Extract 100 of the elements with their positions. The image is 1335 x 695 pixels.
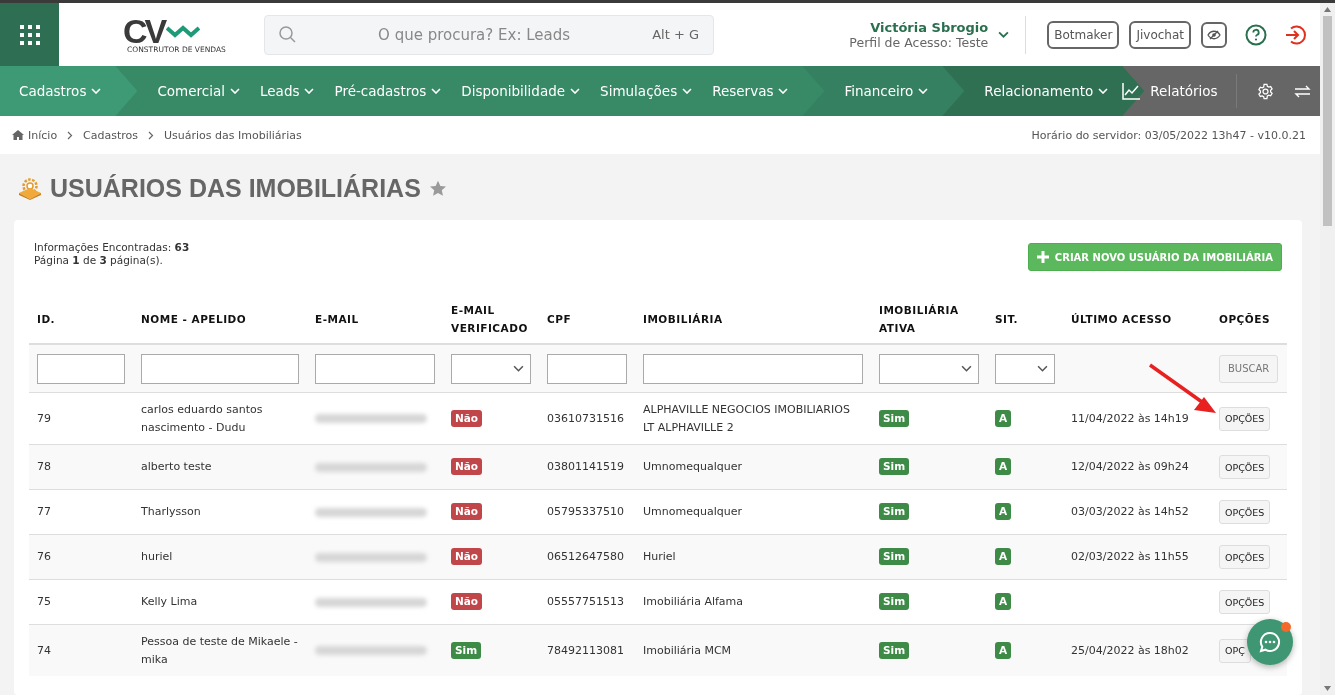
table-cell: 03801141519 (539, 444, 635, 490)
home-icon (12, 130, 24, 140)
filter-select[interactable] (451, 353, 531, 384)
breadcrumb-separator-icon (148, 130, 155, 140)
logo-mark: CV (122, 15, 165, 47)
line-chart-icon (1122, 82, 1141, 100)
options-button[interactable]: OPÇÕES (1219, 406, 1271, 431)
settings-icon[interactable] (1256, 82, 1274, 100)
breadcrumb-link[interactable]: Usuários das Imobiliárias (164, 128, 302, 142)
status-badge: Sim (879, 458, 910, 475)
logo-wave-icon (166, 24, 201, 38)
status-badge: A (995, 458, 1012, 475)
chevron-down-icon (91, 88, 102, 94)
chevron-down-icon (431, 88, 442, 94)
status-badge: Sim (879, 503, 910, 520)
scrollbar-thumb[interactable] (1323, 16, 1332, 226)
table-cell: 76 (29, 534, 133, 580)
eye-slash-icon (1207, 29, 1221, 40)
menu-item[interactable]: Cadastros (19, 83, 102, 99)
menu-item[interactable]: Comercial (157, 83, 240, 99)
user-name: Victória Sbrogio (870, 19, 989, 35)
table-cell: 78 (29, 444, 133, 490)
annotation-arrow (1148, 363, 1218, 415)
notification-dot (1281, 622, 1291, 632)
server-time: Horário do servidor: 03/05/2022 13h47 - v10.0.21 (1031, 128, 1306, 142)
menu-item[interactable]: Simulações (600, 83, 693, 99)
filter-input[interactable] (37, 353, 125, 384)
grid-icon (18, 23, 41, 46)
plus-icon (1036, 251, 1049, 263)
shortcut-hint: Alt + G (652, 27, 699, 42)
chevron-down-icon (961, 365, 972, 372)
chevron-down-icon[interactable] (998, 31, 1010, 38)
table-cell: Huriel (635, 534, 871, 580)
status-badge: A (995, 503, 1012, 520)
options-button[interactable]: OPÇÕES (1219, 500, 1271, 524)
filter-select[interactable] (879, 353, 979, 384)
apps-menu-button[interactable] (0, 3, 59, 66)
status-badge: Não (451, 548, 483, 565)
filter-input[interactable] (315, 353, 435, 384)
filter-input[interactable] (141, 353, 299, 384)
table-cell: Pessoa de teste de Mikaele - mika (133, 624, 307, 676)
status-badge: Não (451, 409, 483, 427)
filter-input[interactable] (643, 353, 863, 384)
status-badge: Não (451, 503, 483, 520)
integration-button[interactable]: Jivochat (1129, 20, 1191, 49)
options-button[interactable]: OPÇ (1219, 638, 1251, 663)
options-button[interactable]: OPÇÕES (1219, 545, 1271, 569)
star-icon[interactable] (428, 180, 447, 197)
search-input[interactable]: O que procura? Ex: Leads (306, 24, 643, 45)
filter-select[interactable] (995, 353, 1055, 384)
status-badge: Sim (879, 409, 910, 427)
search-button[interactable]: BUSCAR (1219, 354, 1279, 383)
chevron-down-icon (304, 88, 315, 94)
table-cell: Umnomequalquer (635, 444, 871, 490)
swap-icon[interactable] (1293, 84, 1311, 98)
menu-item[interactable]: Relacionamento (984, 83, 1109, 99)
table-cell: 06512647580 (539, 534, 635, 580)
breadcrumb-link[interactable]: Início (12, 128, 58, 142)
filter-input[interactable] (547, 353, 627, 384)
breadcrumb-separator-icon (67, 130, 74, 140)
table-cell: huriel (133, 534, 307, 580)
menu-item[interactable]: Pré-cadastros (334, 83, 442, 99)
menu-item[interactable]: Reservas (712, 83, 789, 99)
chevron-down-icon (778, 88, 789, 94)
chevron-down-icon (918, 88, 929, 94)
options-button[interactable]: OPÇÕES (1219, 455, 1271, 479)
help-icon[interactable] (1245, 23, 1267, 46)
status-badge: Sim (879, 641, 910, 659)
logout-icon[interactable] (1285, 23, 1307, 46)
page-title: USUÁRIOS DAS IMOBILIÁRIAS (50, 174, 421, 203)
table-cell: 02/03/2022 às 11h55 (1063, 534, 1211, 580)
results-count: Informações Encontradas: 63 (34, 241, 190, 254)
scroll-down-icon[interactable] (1324, 686, 1331, 691)
table-cell: alberto teste (133, 444, 307, 490)
status-badge: A (995, 641, 1012, 659)
table-cell: 25/04/2022 às 18h02 (1063, 624, 1211, 676)
chevron-down-icon (1098, 88, 1109, 94)
chevron-down-icon (1037, 365, 1048, 372)
status-badge: A (995, 593, 1012, 610)
breadcrumb-link[interactable]: Cadastros (83, 128, 139, 142)
integration-button[interactable]: Botmaker (1047, 20, 1120, 49)
search-icon (279, 26, 296, 43)
status-badge: Sim (879, 593, 910, 610)
status-badge: Sim (451, 641, 482, 659)
options-button[interactable]: OPÇÕES (1219, 590, 1271, 614)
chevron-down-icon (513, 365, 524, 372)
access-profile: Perfil de Acesso: Teste (849, 34, 989, 50)
menu-item[interactable]: Leads (260, 83, 315, 99)
status-badge: A (995, 548, 1012, 565)
status-badge: Não (451, 458, 483, 475)
chevron-down-icon (230, 88, 240, 94)
search-bar[interactable]: O que procura? Ex: Leads Alt + G (264, 14, 714, 55)
menu-item[interactable]: Financeiro (844, 83, 929, 99)
hide-button[interactable] (1201, 21, 1227, 48)
table-cell: 74 (29, 624, 133, 676)
chat-bubble-icon (1259, 631, 1281, 653)
page-indicator: Página 1 de 3 página(s). (34, 254, 164, 267)
scroll-up-icon[interactable] (1324, 7, 1331, 12)
menu-item[interactable]: Disponibilidade (461, 83, 581, 99)
reports-link[interactable]: Relatórios (1150, 83, 1218, 99)
